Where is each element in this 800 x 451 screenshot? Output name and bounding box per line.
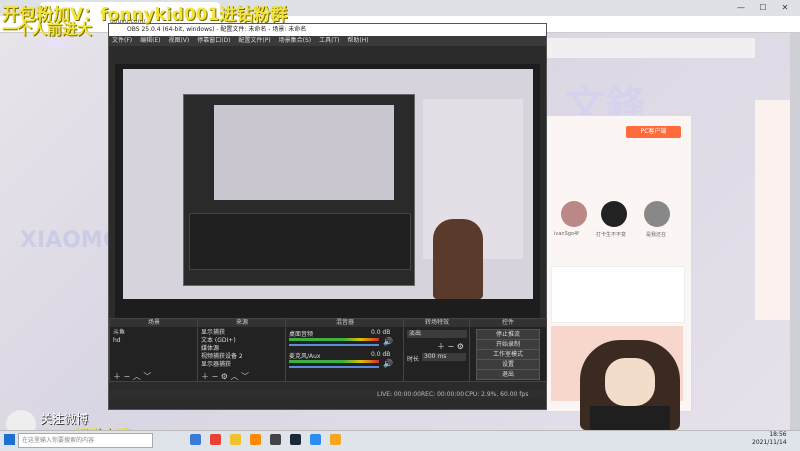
- obs-status-bar: LIVE: 00:00:00 REC: 00:00:00 CPU: 2.9%, …: [109, 390, 546, 399]
- scenes-dock: 场景 斗鱼 hd ＋ − ︿ ﹀: [109, 318, 199, 382]
- mixer-channel-db: 0.0 dB: [371, 329, 391, 336]
- scenes-header: 场景: [110, 319, 198, 327]
- volume-slider[interactable]: [289, 344, 379, 346]
- nested-docks: [189, 213, 411, 270]
- menu-edit[interactable]: 编辑(E): [137, 37, 163, 44]
- nested-capture: [214, 105, 394, 200]
- obs-title: OBS 25.0.4 (64-bit, windows) - 配置文件: 未命名…: [127, 26, 307, 33]
- sources-header: 来源: [198, 319, 286, 327]
- close-button[interactable]: ✕: [774, 2, 796, 14]
- speaker-icon[interactable]: 🔊: [383, 337, 393, 346]
- obs-title-bar: OBS 25.0.4 (64-bit, windows) - 配置文件: 未命名…: [109, 24, 546, 36]
- steam-icon[interactable]: [290, 434, 301, 445]
- vtuber-avatar-small: [433, 219, 483, 299]
- app-icon[interactable]: [330, 434, 341, 445]
- obs-icon[interactable]: [270, 434, 281, 445]
- mixer-header: 混音器: [286, 319, 404, 327]
- scene-item[interactable]: 斗鱼: [110, 329, 198, 337]
- overlay-subtitle: 一个人前进大: [2, 20, 93, 38]
- avatar[interactable]: [601, 201, 627, 227]
- user-name: ivanSgo4f: [554, 231, 579, 237]
- source-item[interactable]: 视频捕获设备 2: [198, 353, 286, 361]
- clock-date: 2021/11/14: [752, 439, 787, 446]
- menu-scene-collection[interactable]: 场景集合(S): [276, 37, 315, 44]
- controls-header: 控件: [470, 319, 546, 327]
- menu-view[interactable]: 视图(V): [165, 37, 192, 44]
- rec-time: REC: 00:00:00: [421, 391, 465, 398]
- volume-meter: [289, 338, 379, 341]
- minimize-button[interactable]: —: [730, 2, 752, 14]
- clock-time: 18:56: [769, 431, 787, 438]
- taskbar-clock[interactable]: 18:56 2021/11/14: [752, 431, 787, 447]
- explorer-icon[interactable]: [230, 434, 241, 445]
- volume-meter: [289, 360, 379, 363]
- live-time: LIVE: 00:00:00: [377, 391, 421, 398]
- watermark: XIAOMO: [20, 228, 122, 253]
- sources-dock: 来源 显示捕获 文本 (GDI+) 媒体源 视频捕获设备 2 显示器捕获 ＋ −…: [197, 318, 287, 382]
- transition-add-icon[interactable]: ＋ − ⚙: [437, 341, 464, 352]
- source-item[interactable]: 显示捕获: [198, 329, 286, 337]
- overlay-brand: 小漠娱乐: [40, 40, 77, 50]
- app-icon[interactable]: [310, 434, 321, 445]
- task-view-icon[interactable]: [190, 434, 201, 445]
- avatar-shirt: [590, 406, 670, 430]
- menu-file[interactable]: 文件(F): [109, 37, 135, 44]
- vtuber-avatar: [580, 340, 680, 430]
- chat-box: [551, 266, 685, 323]
- menu-profile[interactable]: 配置文件(P): [235, 37, 273, 44]
- source-item[interactable]: 显示器捕获: [198, 361, 286, 369]
- avatar[interactable]: [644, 201, 670, 227]
- source-item[interactable]: 媒体源: [198, 345, 286, 353]
- nested-obs-preview: [183, 94, 415, 286]
- windows-start-icon[interactable]: [4, 434, 15, 445]
- obs-window: OBS 25.0.4 (64-bit, windows) - 配置文件: 未命名…: [108, 23, 547, 410]
- source-add-icon[interactable]: ＋ − ⚙ ︿ ﹀: [201, 371, 249, 382]
- user-name: 打卡生不不变: [596, 232, 627, 238]
- avatar[interactable]: [561, 201, 587, 227]
- mixer-dock: 混音器 桌面音频 0.0 dB 🔊 麦克风/Aux 0.0 dB 🔊: [285, 318, 405, 382]
- pc-client-badge[interactable]: PC客户端: [626, 126, 681, 138]
- controls-dock: 控件 停止推流 开始录制 工作室模式 设置 退出: [469, 318, 547, 382]
- speaker-icon[interactable]: 🔊: [383, 359, 393, 368]
- mixer-channel-name: 麦克风/Aux: [289, 353, 321, 360]
- mixer-channel-name: 桌面音频: [289, 331, 314, 338]
- duration-input[interactable]: 300 ms: [422, 353, 466, 361]
- obs-menu-bar: 文件(F) 编辑(E) 视图(V) 停靠窗口(D) 配置文件(P) 场景集合(S…: [109, 36, 546, 46]
- duration-label: 时长: [407, 356, 420, 363]
- chrome-icon[interactable]: [210, 434, 221, 445]
- mixer-channel-db: 0.0 dB: [371, 351, 391, 358]
- volume-slider[interactable]: [289, 366, 379, 368]
- transition-select[interactable]: 淡出: [407, 330, 467, 338]
- taskbar-search-input[interactable]: 在这里输入你要搜索的内容: [18, 433, 153, 448]
- top-nav: [545, 38, 755, 58]
- menu-dock[interactable]: 停靠窗口(D): [194, 37, 233, 44]
- display-capture: [123, 69, 533, 299]
- avatar-face: [605, 358, 655, 406]
- side-rank-panel: [755, 100, 790, 320]
- scene-item[interactable]: hd: [110, 337, 198, 345]
- menu-tools[interactable]: 工具(T): [316, 37, 342, 44]
- menu-help[interactable]: 帮助(H): [344, 37, 371, 44]
- scene-add-icon[interactable]: ＋ − ︿ ﹀: [113, 371, 151, 382]
- transitions-dock: 转场特效 淡出 ＋ − ⚙ 时长 300 ms: [403, 318, 471, 382]
- cpu-fps: CPU: 2.9%, 60.00 fps: [465, 391, 529, 398]
- obs-preview[interactable]: [115, 64, 540, 322]
- source-item[interactable]: 文本 (GDI+): [198, 337, 286, 345]
- user-name: 是我还在: [646, 232, 667, 238]
- maximize-button[interactable]: ☐: [752, 2, 774, 14]
- app-icon[interactable]: [250, 434, 261, 445]
- exit-button[interactable]: 退出: [476, 369, 540, 380]
- transitions-header: 转场特效: [404, 319, 470, 327]
